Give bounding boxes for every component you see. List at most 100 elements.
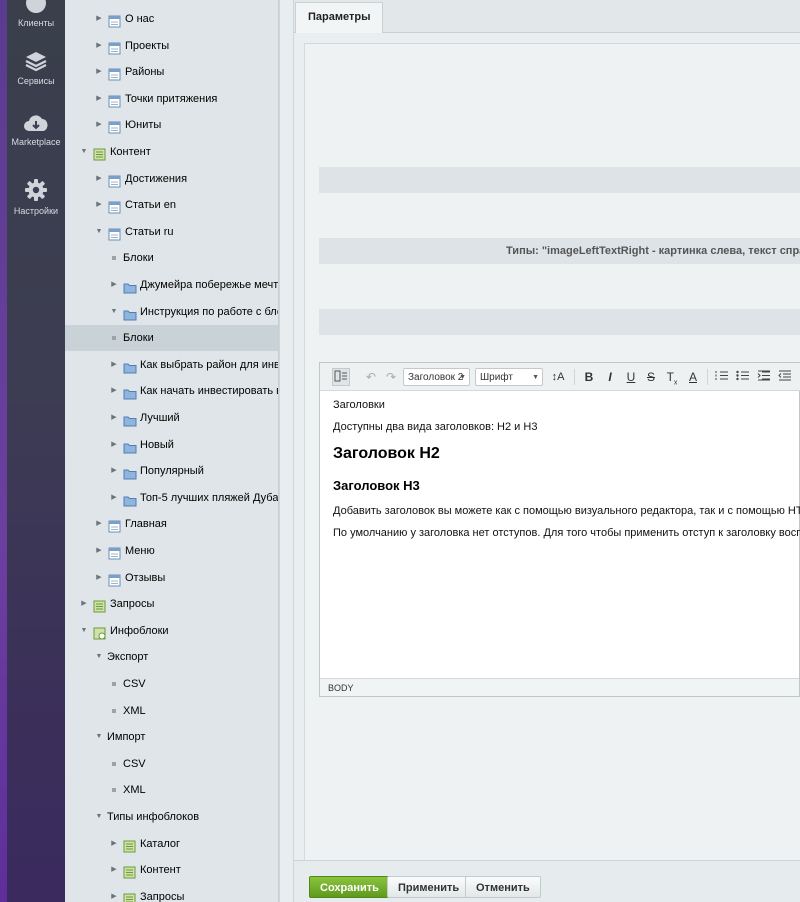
chevron-right-icon[interactable]: ▶ <box>94 166 104 192</box>
nav-item-settings[interactable]: Настройки <box>7 178 65 216</box>
tree-node[interactable]: ▶ Новый <box>65 432 278 458</box>
tree-node[interactable]: ▶ Топ-5 лучших пляжей Дубая д <box>65 485 278 511</box>
tree-node[interactable]: ▶ Отзывы <box>65 565 278 591</box>
tree-node[interactable]: XML <box>65 698 278 724</box>
apply-button[interactable]: Применить <box>387 876 471 898</box>
tree-node[interactable]: ▶ Проекты <box>65 33 278 59</box>
tab-parameters[interactable]: Параметры <box>295 2 384 33</box>
font-size-icon[interactable]: ↕A <box>549 368 567 386</box>
tree-node[interactable]: ▶ Достижения <box>65 166 278 192</box>
tree-node[interactable]: ▶ Меню <box>65 538 278 564</box>
ordered-list-icon[interactable] <box>713 368 729 386</box>
tree-node[interactable]: ▼ Контент <box>65 139 278 165</box>
chevron-right-icon[interactable]: ▶ <box>94 511 104 537</box>
tree-node[interactable]: ▼ Инструкция по работе с блого <box>65 299 278 325</box>
strikethrough-icon[interactable]: S <box>644 368 658 386</box>
tree-resize-handle[interactable] <box>279 0 294 902</box>
tree-node[interactable]: ▶ Каталог <box>65 831 278 857</box>
chevron-right-icon[interactable]: ▶ <box>109 378 119 404</box>
chevron-right-icon[interactable]: ▶ <box>94 112 104 138</box>
chevron-right-icon[interactable]: ▶ <box>109 485 119 511</box>
tree-node[interactable]: Блоки <box>65 245 278 271</box>
chevron-down-icon[interactable]: ▼ <box>109 299 119 325</box>
tree-node[interactable]: ▶ Запросы <box>65 591 278 617</box>
chevron-right-icon[interactable]: ▶ <box>94 565 104 591</box>
nav-item-marketplace[interactable]: Marketplace <box>7 113 65 147</box>
chevron-down-icon[interactable]: ▼ <box>94 724 104 750</box>
chevron-right-icon[interactable]: ▶ <box>109 857 119 883</box>
tree-node[interactable]: Блоки <box>65 325 278 352</box>
tree-node-label: Как выбрать район для инвест <box>140 358 279 371</box>
cancel-button[interactable]: Отменить <box>465 876 541 898</box>
chevron-right-icon[interactable]: ▶ <box>79 591 89 617</box>
tree-node[interactable]: ▶ О нас <box>65 6 278 32</box>
tree-node[interactable]: CSV <box>65 671 278 697</box>
chevron-right-icon[interactable]: ▶ <box>109 831 119 857</box>
editor-heading-h3: Заголовок H3 <box>333 478 420 493</box>
tree-node[interactable]: ▶ Популярный <box>65 458 278 484</box>
chevron-right-icon[interactable]: ▶ <box>109 432 119 458</box>
tree-node[interactable]: XML <box>65 777 278 803</box>
tree-node[interactable]: CSV <box>65 751 278 777</box>
heading-select-value: Заголовок 2 <box>408 372 464 383</box>
tree-node[interactable]: ▶ Контент <box>65 857 278 883</box>
chevron-right-icon[interactable]: ▶ <box>109 272 119 298</box>
tree-node[interactable]: ▼ Статьи ru <box>65 219 278 245</box>
nav-item-clients[interactable]: Клиенты <box>7 0 65 28</box>
editor-content[interactable]: Заголовки Доступны два вида заголовков: … <box>333 399 800 679</box>
outdent-icon[interactable] <box>755 368 771 386</box>
tree-node[interactable]: ▶ Районы <box>65 59 278 85</box>
chevron-right-icon[interactable]: ▶ <box>109 458 119 484</box>
bullet-list-icon[interactable] <box>734 368 750 386</box>
editor-heading-h2: Заголовок H2 <box>333 445 440 462</box>
text-color-icon[interactable]: A <box>686 368 700 386</box>
save-button[interactable]: Сохранить <box>309 876 390 898</box>
chevron-right-icon[interactable]: ▶ <box>109 352 119 378</box>
font-select[interactable]: Шрифт ▼ <box>475 368 543 386</box>
indent-icon[interactable] <box>776 368 792 386</box>
tree-node[interactable]: ▶ Точки притяжения <box>65 86 278 112</box>
element-path[interactable]: BODY <box>328 683 354 693</box>
tree-node[interactable]: ▶ Статьи en <box>65 192 278 218</box>
tree-node[interactable]: ▶ Как выбрать район для инвест <box>65 352 279 378</box>
chevron-right-icon[interactable]: ▶ <box>94 33 104 59</box>
cloud-download-icon <box>24 115 48 131</box>
underline-icon[interactable]: U <box>624 368 638 386</box>
chevron-right-icon[interactable]: ▶ <box>109 884 119 902</box>
tree-node-label: Отзывы <box>125 571 166 584</box>
section-icon <box>123 890 136 902</box>
tree-node[interactable]: ▶ Запросы <box>65 884 278 902</box>
tree-node[interactable]: ▶ Юниты <box>65 112 278 138</box>
chevron-right-icon[interactable]: ▶ <box>94 59 104 85</box>
tree-node[interactable]: ▶ Джумейра побережье мечты в <box>65 272 278 298</box>
nav-item-services[interactable]: Сервисы <box>7 50 65 86</box>
chevron-down-icon[interactable]: ▼ <box>79 618 89 644</box>
clear-format-icon[interactable]: Tx <box>665 368 679 386</box>
chevron-down-icon[interactable]: ▼ <box>94 644 104 670</box>
tree-node-label: Лучший <box>140 412 180 424</box>
chevron-down-icon[interactable]: ▼ <box>94 804 104 830</box>
tree-node-label: Блоки <box>123 252 154 265</box>
chevron-right-icon[interactable]: ▶ <box>94 6 104 32</box>
chevron-right-icon[interactable]: ▶ <box>109 405 119 431</box>
tree-node[interactable]: ▼ Инфоблоки <box>65 618 278 644</box>
tree-node[interactable]: ▼ Экспорт <box>65 644 278 670</box>
chevron-down-icon[interactable]: ▼ <box>94 219 104 245</box>
italic-icon[interactable]: I <box>603 368 617 386</box>
undo-icon[interactable]: ↶ <box>364 368 378 386</box>
tree-node[interactable]: ▼ Типы инфоблоков <box>65 804 278 830</box>
chevron-right-icon[interactable]: ▶ <box>94 192 104 218</box>
chevron-down-icon[interactable]: ▼ <box>79 139 89 165</box>
tree-node[interactable]: ▶ Лучший <box>65 405 278 431</box>
folder-icon <box>123 358 137 374</box>
chevron-right-icon[interactable]: ▶ <box>94 538 104 564</box>
heading-select[interactable]: Заголовок 2 ▼ <box>403 368 470 386</box>
chevron-right-icon[interactable]: ▶ <box>94 86 104 112</box>
bullet-icon <box>112 708 116 713</box>
redo-icon[interactable]: ↷ <box>384 368 398 386</box>
bold-icon[interactable]: B <box>582 368 596 386</box>
toggle-view-icon[interactable] <box>332 368 350 386</box>
tree-node[interactable]: ▶ Главная <box>65 511 278 537</box>
tree-node[interactable]: ▶ Как начать инвестировать в не <box>65 378 278 404</box>
tree-node[interactable]: ▼ Импорт <box>65 724 278 750</box>
